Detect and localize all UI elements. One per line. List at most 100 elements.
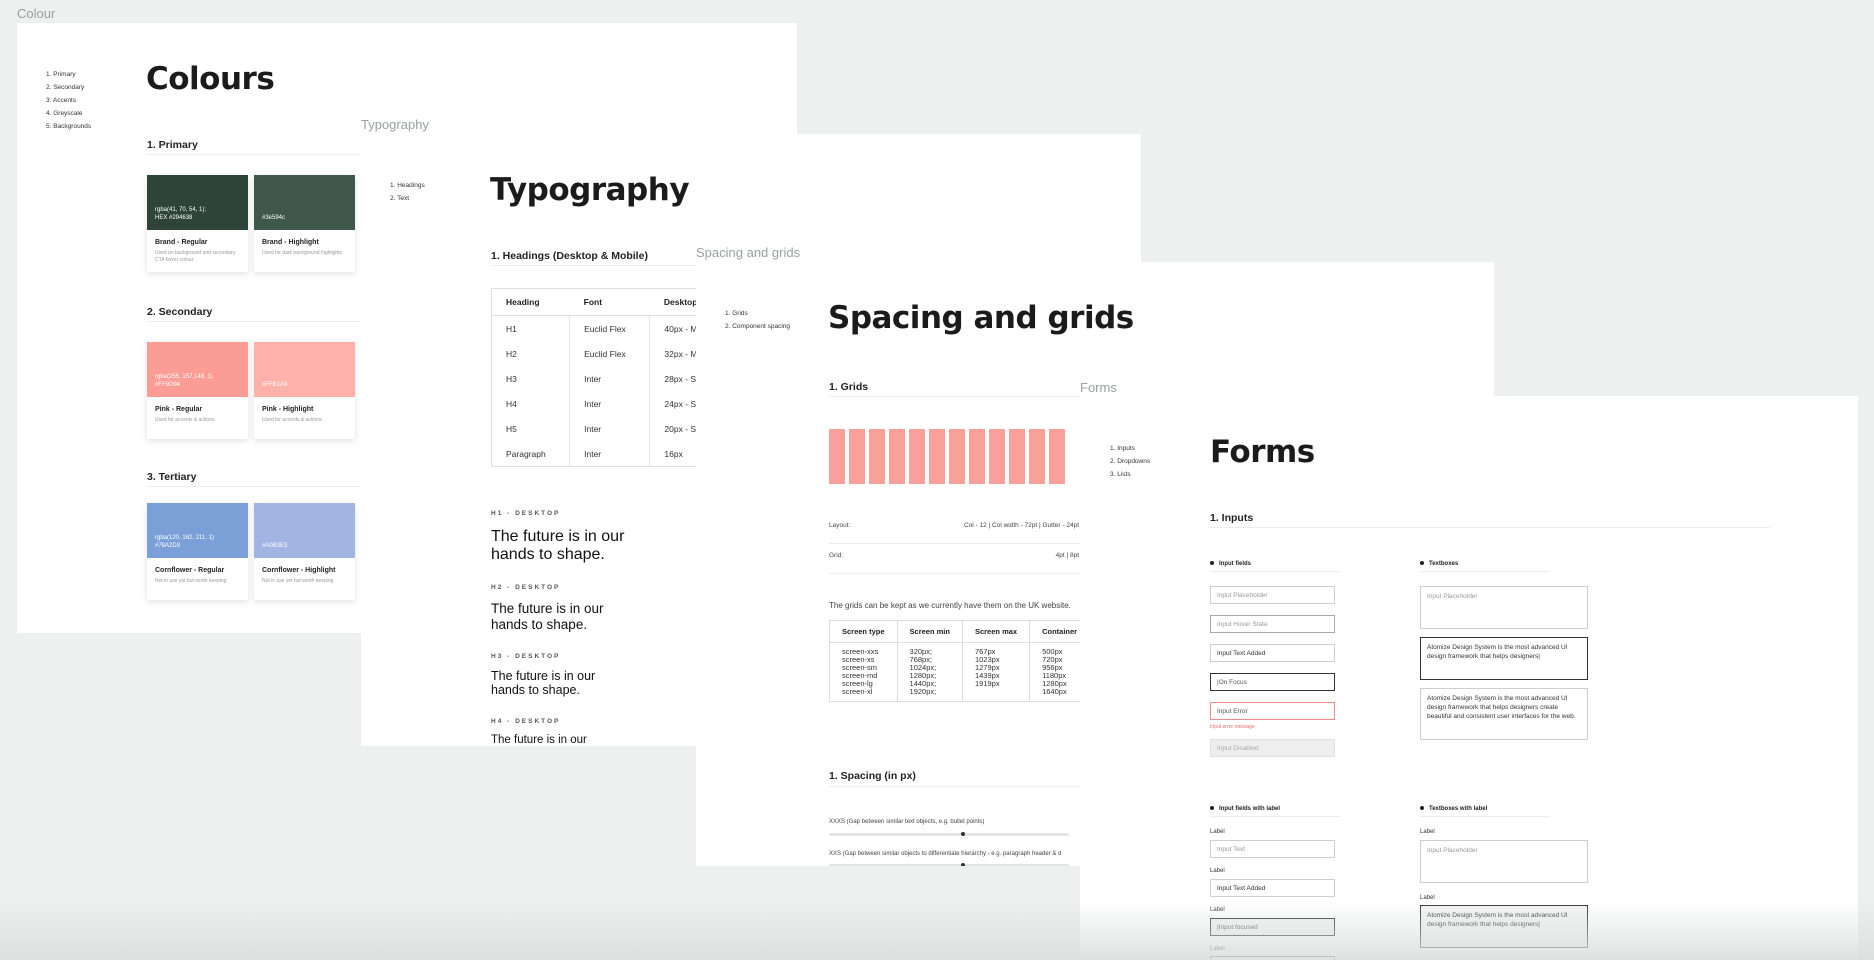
spacing-nav: 1. Grids 2. Component spacing [725,307,790,333]
labeled-input-text[interactable]: Input Text [1210,840,1335,858]
table-row: Paragraph Inter 16px [492,441,721,467]
typography-nav: 1. Headings 2. Text [390,179,425,205]
forms-nav-lists[interactable]: 3. Lists [1110,468,1150,481]
grid-note: The grids can be kept as we currently ha… [829,601,1071,610]
table-header: Font [569,288,650,316]
grid-column [1009,429,1025,484]
swatch-value: #FFB1A9 [262,382,288,388]
textbox-placeholder[interactable]: Input Placeholder [1420,586,1588,629]
sample-h4: The future is in our [491,734,587,746]
field-label: Label [1210,946,1225,952]
spacing-xxxs-slider[interactable] [829,832,1069,836]
grid-column [869,429,885,484]
slider-handle[interactable] [961,832,965,836]
field-label: Label [1210,868,1225,874]
swatch-color: rgba(41, 70, 54, 1); HEX #294638 [147,175,248,230]
section-grids: 1. Grids [829,381,869,393]
grid-column [929,429,945,484]
table-header: Screen min [897,620,963,643]
swatch-value: rgba(255, 157,148, 1) #FF9D94 [155,374,213,388]
spacing-frame-label[interactable]: Spacing and grids [696,245,800,260]
textbox-label: Label [1420,829,1435,835]
textbox-label: Label [1420,895,1435,901]
swatch-description: Used for accents & actions. [262,417,323,423]
forms-nav: 1. Inputs 2. Dropdowns 3. Lists [1110,442,1150,481]
spacing-xxxs-label: XXXS (Gap between similar text objects, … [829,819,985,825]
textbox-focused[interactable]: Atomize Design System is the most advanc… [1420,637,1588,680]
table-row: screen-xxs screen-xs screen-sm screen-md… [829,642,1091,702]
colour-nav-accents[interactable]: 3. Accents [46,94,91,107]
swatch-description: Not in use yet but worth keeping [262,578,334,584]
spacing-nav-grids[interactable]: 1. Grids [725,307,790,320]
swatch-value: rgba(120, 162, 211, 1) #78A2D3 [155,535,214,549]
grid-column [1049,429,1065,484]
sample-eyebrow-h3: H3 - DESKTOP [491,653,561,660]
colour-nav-primary[interactable]: 1. Primary [46,68,91,81]
table-row: H4 Inter 24px - S [492,391,721,416]
swatch-card-pink-regular[interactable]: rgba(255, 157,148, 1) #FF9D94 Pink - Reg… [147,342,248,439]
swatch-card-brand-regular[interactable]: rgba(41, 70, 54, 1); HEX #294638 Brand -… [147,175,248,272]
section-tertiary: 3. Tertiary [147,471,197,483]
sample-h3: The future is in our hands to shape. [491,669,596,698]
forms-nav-inputs[interactable]: 1. Inputs [1110,442,1150,455]
forms-title: Forms [1210,434,1315,470]
input-disabled: Input Disabled [1210,739,1335,757]
grid-column [909,429,925,484]
input-error[interactable]: Input Error [1210,702,1335,720]
layout-label: Layout: [829,522,851,529]
table-row: H3 Inter 28px - S [492,366,721,391]
spacing-xxs-slider[interactable] [829,863,1069,866]
swatch-card-pink-highlight[interactable]: #FFB1A9 Pink - Highlight Used for accent… [254,342,355,439]
swatch-color: #A0B3E3 [254,503,355,558]
grid-column [989,429,1005,484]
textboxes-heading: Textboxes [1420,561,1458,567]
swatch-name: Pink - Highlight [262,406,314,413]
input-hover[interactable]: Input Hover State [1210,615,1335,633]
divider [1420,571,1550,572]
textbox-filled[interactable]: Atomize Design System is the most advanc… [1420,688,1588,740]
field-label: Label [1210,907,1225,913]
swatch-name: Pink - Regular [155,406,203,413]
labeled-textbox-placeholder[interactable]: Input Placeholder [1420,840,1588,883]
bullet-icon [1420,561,1424,566]
grid-value: 4pt | 8pt [1055,552,1079,559]
input-error-message: Input error message [1210,724,1255,730]
spacing-title: Spacing and grids [828,300,1134,336]
colour-frame-label[interactable]: Colour [17,6,55,21]
bullet-icon [1210,561,1214,566]
swatch-card-cornflower-highlight[interactable]: #A0B3E3 Cornflower - Highlight Not in us… [254,503,355,600]
swatch-value: #A0B3E3 [262,543,288,549]
divider [829,573,1089,574]
forms-nav-dropdowns[interactable]: 2. Dropdowns [1110,455,1150,468]
labeled-input-added[interactable]: Input Text Added [1210,879,1335,897]
grid-column [829,429,845,484]
typography-nav-headings[interactable]: 1. Headings [390,179,425,192]
slider-handle[interactable] [961,863,965,866]
swatch-card-brand-highlight[interactable]: #3e594c Brand - Highlight Used for dark … [254,175,355,272]
section-inputs: 1. Inputs [1210,512,1254,524]
screens-table: Screen type Screen min Screen max Contai… [829,620,1091,702]
labeled-input-focused[interactable]: |Input focused [1210,918,1335,936]
swatch-name: Cornflower - Highlight [262,567,336,574]
colour-nav-secondary[interactable]: 2. Secondary [46,81,91,94]
swatch-color: #FFB1A9 [254,342,355,397]
sample-eyebrow-h2: H2 - DESKTOP [491,584,561,591]
textboxes-label-heading: Textboxes with label [1420,806,1487,812]
input-text-added[interactable]: Input Text Added [1210,644,1335,662]
input-placeholder[interactable]: Input Placeholder [1210,586,1335,604]
input-fields-heading: Input fields [1210,561,1251,567]
input-focus[interactable]: |On Focus [1210,673,1335,691]
typography-nav-text[interactable]: 2. Text [390,192,425,205]
field-label: Label [1210,829,1225,835]
forms-frame-label[interactable]: Forms [1080,380,1117,395]
spacing-nav-component-spacing[interactable]: 2. Component spacing [725,320,790,333]
colour-nav-greyscale[interactable]: 4. Greyscale [46,107,91,120]
labeled-textbox-focused[interactable]: Atomize Design System is the most advanc… [1420,905,1588,948]
typography-frame-label[interactable]: Typography [361,117,429,132]
labeled-input-partial[interactable] [1210,956,1335,960]
swatch-color: rgba(120, 162, 211, 1) #78A2D3 [147,503,248,558]
swatch-card-cornflower-regular[interactable]: rgba(120, 162, 211, 1) #78A2D3 Cornflowe… [147,503,248,600]
swatch-description: Not in use yet but worth keeping [155,578,227,584]
colour-nav-backgrounds[interactable]: 5. Backgrounds [46,120,91,133]
table-row: H1 Euclid Flex 40px - M [492,315,721,341]
